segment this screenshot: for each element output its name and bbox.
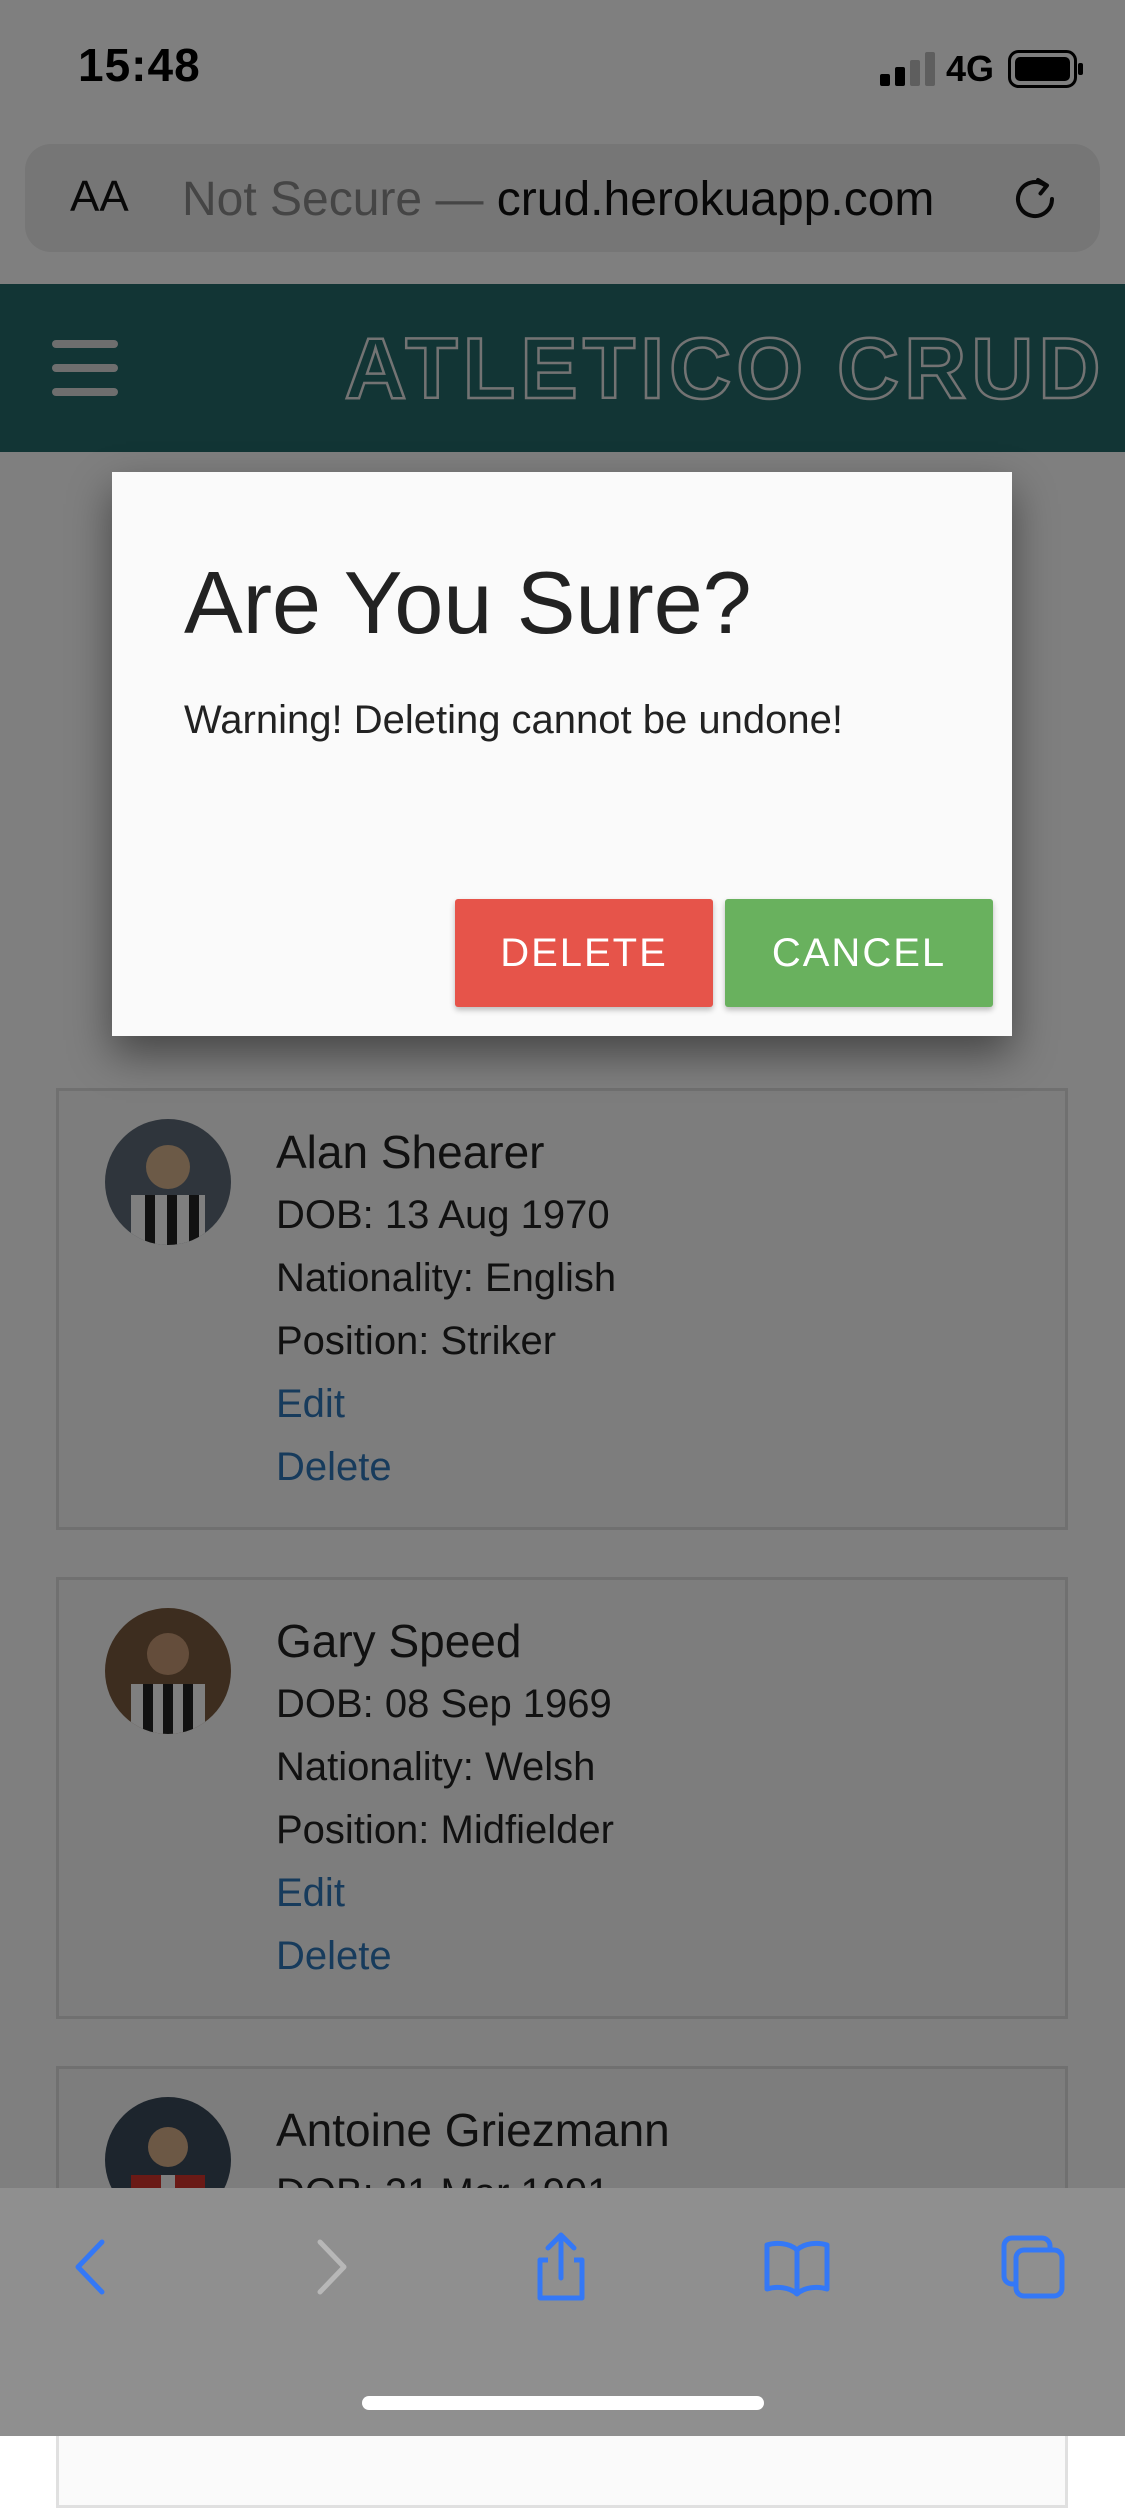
forward-icon[interactable] [294,2230,364,2304]
modal-overlay[interactable] [0,0,1125,2436]
bookmarks-icon[interactable] [762,2230,832,2304]
home-indicator [362,2396,764,2410]
dialog-title: Are You Sure? [184,553,752,652]
tabs-icon[interactable] [998,2230,1068,2304]
back-icon[interactable] [58,2230,128,2304]
share-icon[interactable] [526,2230,596,2304]
cancel-button[interactable]: CANCEL [725,899,993,1007]
dialog-message: Warning! Deleting cannot be undone! [184,698,843,742]
delete-button[interactable]: DELETE [455,899,713,1007]
